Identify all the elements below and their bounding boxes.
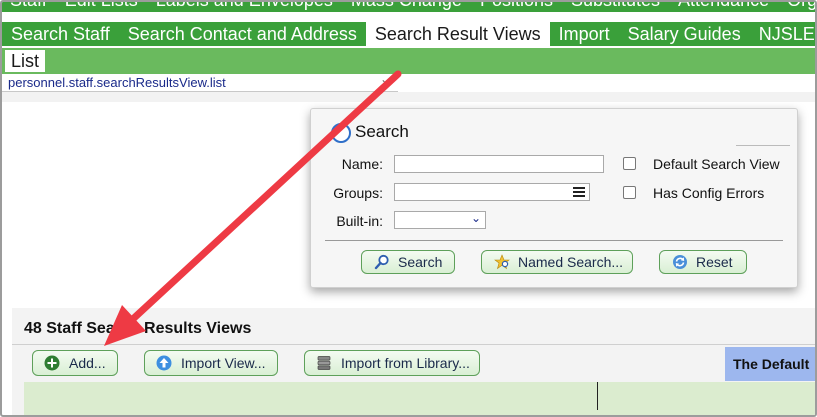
grid-column-divider[interactable] [597,382,598,410]
library-icon [317,356,331,370]
import-library-button[interactable]: Import from Library... [304,350,480,376]
groups-label: Groups: [333,185,383,201]
tab-search-staff[interactable]: Search Staff [2,22,119,46]
builtin-select[interactable]: ⌄ [394,211,486,229]
tab-bar: Search Staff Search Contact and Address Se… [2,22,815,46]
groups-menu-icon[interactable] [573,187,585,197]
star-magnifier-icon [494,254,510,270]
reset-button[interactable]: Reset [659,250,747,274]
tab-import[interactable]: Import [550,22,619,46]
app-frame: Staff Edit Lists Labels and Envelopes Mass … [0,0,817,417]
add-button[interactable]: Add... [32,350,118,376]
import-view-button-label: Import View... [181,355,266,371]
import-view-button[interactable]: Import View... [144,350,278,376]
name-input[interactable] [394,155,604,173]
menu-item-positions[interactable]: Positions [472,2,563,12]
default-search-view-label: Default Search View [653,156,780,172]
refresh-icon [673,255,687,269]
search-button[interactable]: Search [361,250,455,274]
tab-salary-guides[interactable]: Salary Guides [619,22,750,46]
search-circle-icon [331,123,351,143]
groups-input[interactable] [394,183,590,201]
builtin-select-value [395,213,399,228]
page-path: personnel.staff.searchResultsView.list [8,75,226,90]
title-divider [736,145,790,146]
menu-item-labels[interactable]: Labels and Envelopes [148,2,343,12]
search-button-label: Search [398,254,443,270]
results-grid [24,382,815,415]
menu-item-substitutes[interactable]: Substitutes [563,2,670,12]
search-panel: Search Name: Groups: Built-in: ⌄ Default… [310,108,798,288]
content-strip [2,92,815,102]
tab-search-contact-address[interactable]: Search Contact and Address [119,22,366,46]
tab-search-result-views[interactable]: Search Result Views [365,22,550,46]
results-title: 48 Staff Search Results Views [24,320,252,337]
magnifier-icon [374,254,389,270]
menu-item-staff[interactable]: Staff [2,2,57,12]
default-view-header[interactable]: The Default [725,347,815,381]
chevron-down-icon: ⌄ [470,211,481,225]
default-search-view-checkbox[interactable] [623,157,636,170]
builtin-label: Built-in: [336,213,383,229]
add-icon [44,355,60,371]
add-button-label: Add... [69,355,106,371]
menu-item-edit-lists[interactable]: Edit Lists [57,2,148,12]
reset-button-label: Reset [696,254,733,270]
top-menu: Staff Edit Lists Labels and Envelopes Mass … [2,2,815,12]
subtab-bar: List [2,48,815,74]
menu-item-mass-change[interactable]: Mass Change [343,2,472,12]
results-divider [12,344,815,345]
menu-item-attendance[interactable]: Attendance [670,2,779,12]
menu-item-organize[interactable]: Organize [779,2,815,12]
subtab-list[interactable]: List [5,50,46,72]
import-library-button-label: Import from Library... [341,355,470,371]
named-search-button[interactable]: Named Search... [481,250,633,274]
path-dropdown-icon[interactable]: ⌄ [380,72,390,86]
upload-icon [156,355,172,371]
name-label: Name: [341,156,383,172]
path-bar: personnel.staff.searchResultsView.list ⌄ [2,72,398,92]
has-config-errors-checkbox[interactable] [623,186,636,199]
named-search-button-label: Named Search... [518,254,624,270]
panel-divider [325,240,783,241]
has-config-errors-label: Has Config Errors [653,185,765,201]
search-title: Search [355,122,409,141]
tab-njsleds[interactable]: NJSLEDS SM [750,22,815,46]
